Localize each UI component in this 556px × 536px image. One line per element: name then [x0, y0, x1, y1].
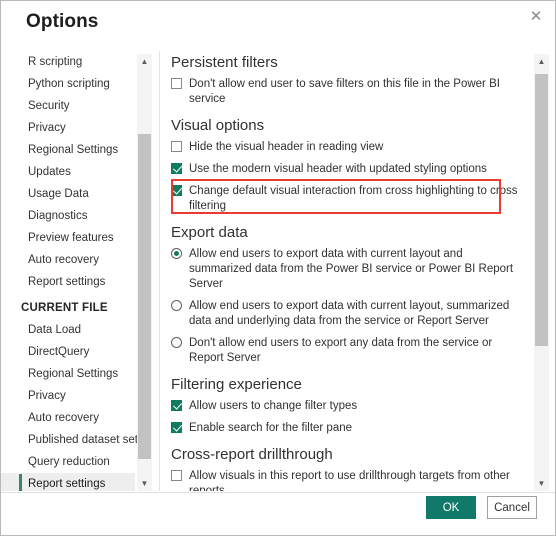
settings-sections: Persistent filters Don't allow end user t… [171, 54, 519, 491]
content-scrollbar-thumb[interactable] [535, 74, 548, 346]
checkbox-icon[interactable] [171, 78, 182, 89]
sidebar-item-data-load[interactable]: Data Load [1, 319, 135, 341]
sidebar-list: R scripting Python scripting Security Priva… [1, 51, 148, 491]
sidebar-item-auto-recovery[interactable]: Auto recovery [1, 407, 135, 429]
sidebar-item-regional-settings[interactable]: Regional Settings [1, 363, 135, 385]
content-scrollbar[interactable]: ▲ ▼ [534, 54, 549, 491]
checkbox-icon[interactable] [171, 400, 182, 411]
option-label: Allow users to change filter types [189, 400, 358, 412]
option-label: Change default visual interaction from c… [189, 185, 518, 212]
sidebar-scrollbar-thumb[interactable] [138, 134, 151, 459]
option-label: Allow visuals in this report to use dril… [189, 470, 510, 491]
sidebar-item-privacy[interactable]: Privacy [1, 117, 135, 139]
settings-section: Persistent filters Don't allow end user t… [171, 54, 519, 107]
sidebar-item-updates[interactable]: Updates [1, 161, 135, 183]
dialog-titlebar: Options ✕ [1, 1, 555, 41]
section-title: Persistent filters [171, 54, 278, 71]
section-title: Export data [171, 224, 248, 241]
option-label: Don't allow end users to export any data… [189, 337, 493, 364]
options-dialog: Options ✕ R scripting Python scripting Sec… [0, 0, 556, 536]
checkbox-icon[interactable] [171, 470, 182, 481]
checkbox-option-row[interactable]: Use the modern visual header with update… [171, 162, 519, 177]
sidebar-item-privacy[interactable]: Privacy [1, 385, 135, 407]
checkbox-option-row[interactable]: Allow visuals in this report to use dril… [171, 469, 519, 491]
sidebar-item-auto-recovery[interactable]: Auto recovery [1, 249, 135, 271]
settings-section: Visual options Hide the visual header in … [171, 117, 519, 214]
sidebar: R scripting Python scripting Security Priva… [1, 51, 153, 491]
content-scroll-up-icon[interactable]: ▲ [534, 54, 549, 69]
sidebar-item-usage-data[interactable]: Usage Data [1, 183, 135, 205]
ok-button[interactable]: OK [426, 496, 476, 519]
radio-icon[interactable] [171, 337, 182, 348]
sidebar-item-regional-settings[interactable]: Regional Settings [1, 139, 135, 161]
footer-divider [1, 492, 555, 493]
sidebar-item-preview-features[interactable]: Preview features [1, 227, 135, 249]
radio-option-row[interactable]: Allow end users to export data with curr… [171, 247, 519, 292]
sidebar-item-directquery[interactable]: DirectQuery [1, 341, 135, 363]
sidebar-scroll-down-icon[interactable]: ▼ [137, 476, 152, 491]
sidebar-item-query-reduction[interactable]: Query reduction [1, 451, 135, 473]
sidebar-item-report-settings[interactable]: Report settings [1, 271, 135, 293]
sidebar-item-r-scripting[interactable]: R scripting [1, 51, 135, 73]
sidebar-item-python-scripting[interactable]: Python scripting [1, 73, 135, 95]
page-title: Options [26, 11, 99, 32]
radio-icon[interactable] [171, 300, 182, 311]
sidebar-scroll-up-icon[interactable]: ▲ [137, 54, 152, 69]
sidebar-item-published-dataset-set[interactable]: Published dataset set... [1, 429, 148, 451]
option-label: Use the modern visual header with update… [189, 163, 487, 175]
checkbox-icon[interactable] [171, 422, 182, 433]
checkbox-icon[interactable] [171, 163, 182, 174]
option-label: Enable search for the filter pane [189, 422, 353, 434]
content-scroll-down-icon[interactable]: ▼ [534, 476, 549, 491]
checkbox-icon[interactable] [171, 141, 182, 152]
sidebar-group-current-file: CURRENT FILE [21, 302, 108, 314]
option-label: Hide the visual header in reading view [189, 141, 384, 153]
close-icon[interactable]: ✕ [525, 6, 547, 28]
sidebar-scrollbar[interactable]: ▲ ▼ [137, 54, 152, 491]
panel-divider [159, 51, 160, 491]
option-label: Allow end users to export data with curr… [189, 300, 510, 327]
sidebar-item-report-settings[interactable]: Report settings [1, 473, 135, 491]
checkbox-option-row[interactable]: Hide the visual header in reading view [171, 140, 519, 155]
settings-content: Persistent filters Don't allow end user t… [171, 54, 519, 491]
option-label: Don't allow end user to save filters on … [189, 78, 500, 105]
cancel-button[interactable]: Cancel [487, 496, 537, 519]
section-title: Cross-report drillthrough [171, 446, 333, 463]
checkbox-option-row[interactable]: Change default visual interaction from c… [171, 184, 519, 214]
section-title: Visual options [171, 117, 265, 134]
radio-option-row[interactable]: Allow end users to export data with curr… [171, 299, 519, 329]
sidebar-item-diagnostics[interactable]: Diagnostics [1, 205, 135, 227]
checkbox-option-row[interactable]: Don't allow end user to save filters on … [171, 77, 519, 107]
settings-section: Cross-report drillthrough Allow visuals i… [171, 446, 519, 491]
radio-icon[interactable] [171, 248, 182, 259]
settings-section: Export data Allow end users to export dat… [171, 224, 519, 366]
checkbox-option-row[interactable]: Allow users to change filter types [171, 399, 519, 414]
option-label: Allow end users to export data with curr… [189, 248, 514, 290]
radio-option-row[interactable]: Don't allow end users to export any data… [171, 336, 519, 366]
checkbox-option-row[interactable]: Enable search for the filter pane [171, 421, 519, 436]
settings-section: Filtering experience Allow users to chang… [171, 376, 519, 436]
checkbox-icon[interactable] [171, 185, 182, 196]
section-title: Filtering experience [171, 376, 302, 393]
sidebar-item-security[interactable]: Security [1, 95, 135, 117]
